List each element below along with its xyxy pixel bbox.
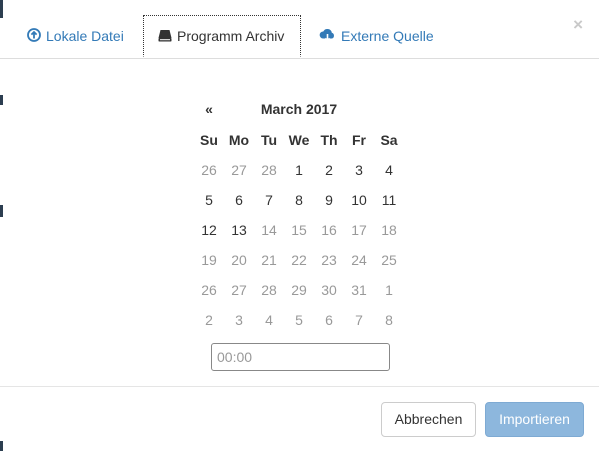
close-icon[interactable]: × — [573, 15, 583, 35]
calendar-day[interactable]: 2 — [194, 305, 224, 335]
weekday-header: Th — [320, 132, 338, 148]
calendar-day[interactable]: 11 — [374, 185, 404, 215]
weekday-header: Fr — [352, 132, 366, 148]
weekday-header: Tu — [260, 132, 278, 148]
time-input[interactable] — [211, 343, 390, 371]
calendar-day[interactable]: 29 — [284, 275, 314, 305]
calendar-day[interactable]: 1 — [284, 155, 314, 185]
weekday-header: We — [288, 132, 310, 148]
calendar-day[interactable]: 23 — [314, 245, 344, 275]
weekday-header: Su — [200, 132, 218, 148]
calendar-days: 26 27 28 1 2 3 4 5 6 7 8 9 10 11 12 13 14 15 16 17 18 19 20 21 2… — [194, 155, 404, 335]
calendar-grid: Su Mo Tu We Th Fr Sa 26 27 28 1 2 3 4 5 6 7 8 9 10 11… — [194, 125, 404, 335]
weekday-row: Su Mo Tu We Th Fr Sa — [194, 125, 404, 155]
tab-local-file-label: Lokale Datei — [46, 28, 124, 44]
calendar-day[interactable]: 7 — [254, 185, 284, 215]
calendar-week-row: 26 27 28 1 2 3 4 — [194, 155, 404, 185]
calendar-day[interactable]: 3 — [224, 305, 254, 335]
calendar-day[interactable]: 12 — [194, 215, 224, 245]
calendar-day[interactable]: 1 — [374, 275, 404, 305]
calendar-day[interactable]: 18 — [374, 215, 404, 245]
weekday-header: Mo — [228, 132, 250, 148]
prev-month-button[interactable]: « — [197, 101, 221, 117]
cancel-button[interactable]: Abbrechen — [381, 402, 476, 437]
calendar-day[interactable]: 5 — [194, 185, 224, 215]
calendar-day[interactable]: 17 — [344, 215, 374, 245]
import-button[interactable]: Importieren — [485, 402, 584, 437]
calendar-day[interactable]: 22 — [284, 245, 314, 275]
calendar-day[interactable]: 20 — [224, 245, 254, 275]
calendar-day[interactable]: 6 — [314, 305, 344, 335]
tab-local-file[interactable]: Lokale Datei — [27, 16, 124, 56]
calendar-week-row: 5 6 7 8 9 10 11 — [194, 185, 404, 215]
calendar-day[interactable]: 30 — [314, 275, 344, 305]
tab-program-archive[interactable]: Programm Archiv — [143, 15, 301, 57]
calendar-day[interactable]: 27 — [224, 155, 254, 185]
circle-arrow-up-icon — [27, 17, 41, 57]
calendar-day[interactable]: 15 — [284, 215, 314, 245]
calendar-week-row: 26 27 28 29 30 31 1 — [194, 275, 404, 305]
calendar-week-row: 2345678 — [194, 305, 404, 335]
calendar-day[interactable]: 27 — [224, 275, 254, 305]
calendar-day[interactable]: 31 — [344, 275, 374, 305]
hard-drive-icon — [158, 17, 172, 57]
calendar-day[interactable]: 3 — [344, 155, 374, 185]
tab-program-archive-label: Programm Archiv — [177, 28, 285, 44]
calendar-day[interactable]: 16 — [314, 215, 344, 245]
calendar-day[interactable]: 24 — [344, 245, 374, 275]
month-title[interactable]: March 2017 — [254, 101, 344, 117]
calendar-day[interactable]: 28 — [254, 275, 284, 305]
calendar-day[interactable]: 26 — [194, 155, 224, 185]
calendar-day[interactable]: 9 — [314, 185, 344, 215]
calendar-day[interactable]: 2 — [314, 155, 344, 185]
calendar-day[interactable]: 19 — [194, 245, 224, 275]
calendar-day[interactable]: 28 — [254, 155, 284, 185]
tab-external-source[interactable]: Externe Quelle — [319, 16, 434, 56]
cloud-download-icon — [319, 17, 336, 57]
backdrop-edge — [0, 0, 3, 451]
calendar-week-row: 12 13 14 15 16 17 18 — [194, 215, 404, 245]
calendar-week-row: 19 20 21 22 23 24 25 — [194, 245, 404, 275]
datepicker: « March 2017 Su Mo Tu We Th Fr Sa 26 27 28… — [194, 95, 406, 328]
calendar-day[interactable]: 10 — [344, 185, 374, 215]
calendar-day[interactable]: 4 — [374, 155, 404, 185]
calendar-day[interactable]: 14 — [254, 215, 284, 245]
source-tabs: Lokale Datei Programm Archiv Externe Que… — [0, 0, 599, 59]
calendar-day[interactable]: 25 — [374, 245, 404, 275]
calendar-day[interactable]: 26 — [194, 275, 224, 305]
calendar-day[interactable]: 6 — [224, 185, 254, 215]
calendar-day[interactable]: 8 — [284, 185, 314, 215]
modal-footer: Abbrechen Importieren — [0, 386, 599, 452]
calendar-day[interactable]: 21 — [254, 245, 284, 275]
datepicker-header: « March 2017 — [194, 95, 406, 125]
weekday-header: Sa — [380, 132, 398, 148]
calendar-day[interactable]: 13 — [224, 215, 254, 245]
tab-external-source-label: Externe Quelle — [341, 28, 434, 44]
calendar-day[interactable]: 8 — [374, 305, 404, 335]
calendar-day[interactable]: 4 — [254, 305, 284, 335]
calendar-day[interactable]: 7 — [344, 305, 374, 335]
calendar-day[interactable]: 5 — [284, 305, 314, 335]
